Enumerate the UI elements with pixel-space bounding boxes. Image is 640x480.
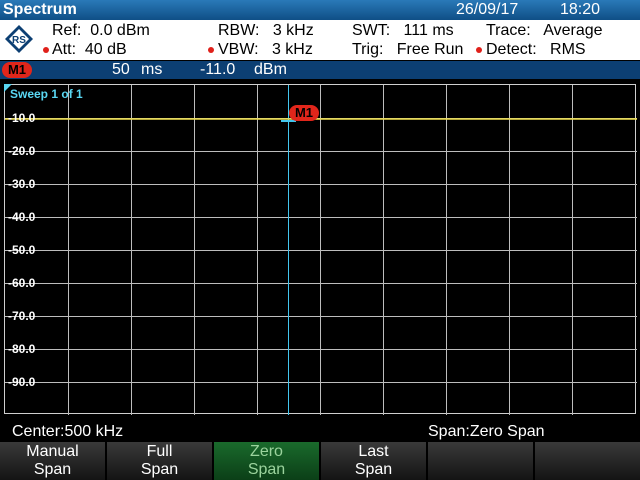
y-tick-label: -70.0 [8,309,36,323]
svg-text:RS: RS [12,35,26,46]
marker-badge[interactable]: M1 [2,62,32,78]
y-tick-label: -30.0 [8,177,36,191]
manual-span-softkey[interactable]: Manual Span [0,442,107,480]
softkey-line1: Full [146,443,173,460]
softkey-bar: Manual Span Full Span Zero Span Last Spa… [0,442,640,480]
vbw-setting: VBW: 3 kHz [218,41,313,58]
marker-time-value: 50 [112,61,130,78]
softkey-line1: Zero [250,443,283,460]
grid-lines [5,85,637,415]
softkey-line2: Span [140,461,179,478]
detector-setting: Detect: RMS [486,41,586,58]
rbw-setting: RBW: 3 kHz [218,22,314,39]
attenuation: Att: 40 dB [52,41,127,58]
y-tick-label: -50.0 [8,243,36,257]
title-bar: Spectrum 26/09/17 18:20 [0,0,640,20]
att-indicator-dot [43,47,49,53]
trigger-setting: Trig: Free Run [352,41,464,58]
softkey-line1: Manual [26,443,79,460]
y-tick-label: -20.0 [8,144,36,158]
softkey-line2: Span [33,461,72,478]
empty-softkey-6[interactable] [535,442,640,480]
trace-display[interactable] [4,84,637,415]
center-frequency: Center:500 kHz [12,423,124,440]
app-title: Spectrum [3,1,77,18]
y-tick-label: -80.0 [8,342,36,356]
ref-level: Ref: 0.0 dBm [52,22,150,39]
vbw-indicator-dot [208,47,214,53]
y-tick-label: -90.0 [8,375,36,389]
settings-panel: RS Ref: 0.0 dBm Att: 40 dB RBW: 3 kHz VB… [0,20,640,60]
y-tick-label: -60.0 [8,276,36,290]
marker-readout-bar[interactable]: M1 50 ms -11.0 dBm [0,61,640,79]
zero-span-softkey[interactable]: Zero Span [214,442,321,480]
detect-indicator-dot [476,47,482,53]
softkey-line2: Span [354,461,393,478]
marker-level-unit: dBm [254,61,287,78]
softkey-line1: Last [358,443,389,460]
span-info-bar: Center:500 kHz Span:Zero Span [0,420,640,442]
span-setting: Span:Zero Span [428,423,545,440]
marker-time-unit: ms [141,61,163,78]
empty-softkey-5[interactable] [428,442,535,480]
trace-marker-label[interactable]: M1 [289,105,319,121]
trace-mode: Trace: Average [486,22,603,39]
time-display: 18:20 [560,1,601,18]
softkey-line2: Span [247,461,286,478]
sweep-counter: Sweep 1 of 1 [10,87,83,101]
last-span-softkey[interactable]: Last Span [321,442,428,480]
marker-level-value: -11.0 [200,61,236,78]
sweep-time: SWT: 111 ms [352,22,454,39]
brand-logo-icon: RS [5,25,33,53]
date-display: 26/09/17 [456,1,519,18]
full-span-softkey[interactable]: Full Span [107,442,214,480]
y-tick-label: -10.0 [8,111,36,125]
y-tick-label: -40.0 [8,210,36,224]
